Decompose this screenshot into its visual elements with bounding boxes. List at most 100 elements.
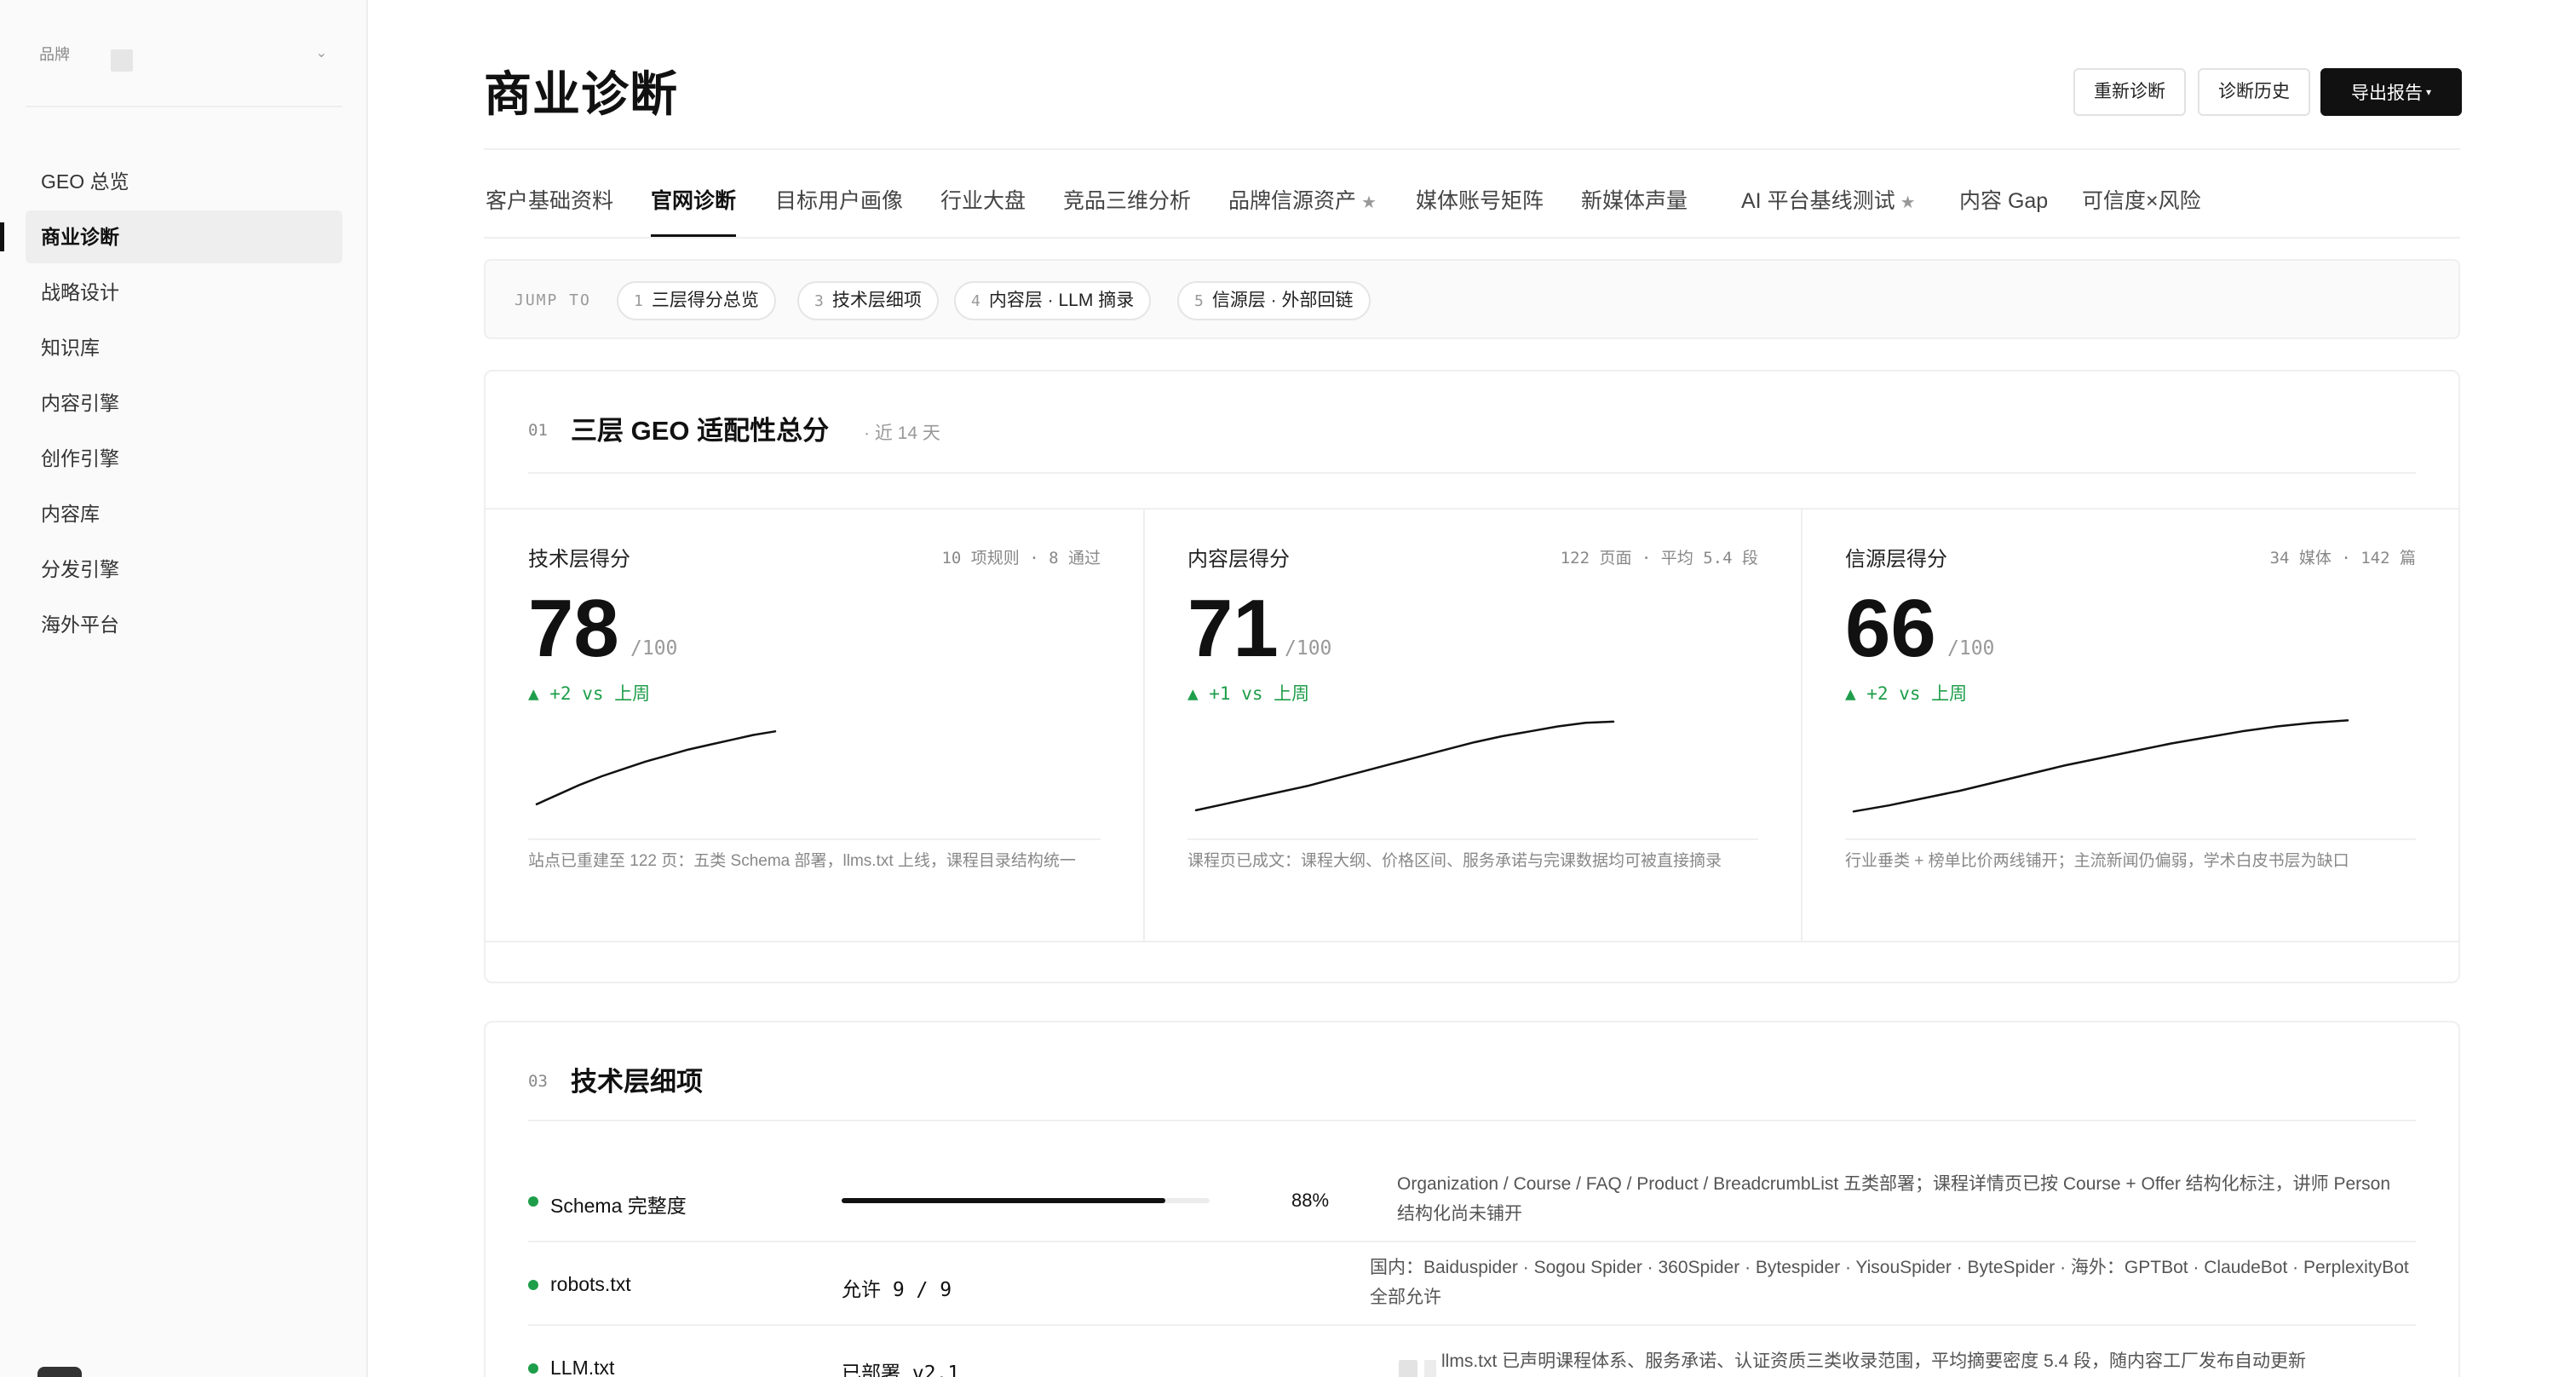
overview-card: 01 三层 GEO 适配性总分 · 近 14 天 技术层得分 10 项规则 · … <box>484 370 2460 983</box>
header-divider <box>484 148 2460 150</box>
tab-industry[interactable]: 行业大盘 <box>940 184 1026 237</box>
file-icon <box>1424 1360 1436 1377</box>
table-row-robots[interactable]: robots.txt 允许 9 / 9 国内：Baiduspider · Sog… <box>528 1242 2416 1326</box>
star-icon: ★ <box>1361 193 1377 212</box>
score-delta: ▲ +2 vs 上周 <box>1845 683 1968 704</box>
tab-label: 媒体账号矩阵 <box>1416 189 1544 213</box>
status-dot <box>528 1196 538 1207</box>
score-name: 技术层得分 <box>528 548 630 571</box>
sidebar: 品牌 ⌄ GEO 总览 商业诊断 战略设计 知识库 内容引擎 创作引擎 内容库 … <box>0 0 368 1377</box>
chip-label: 三层得分总览 <box>651 291 759 310</box>
sidebar-nav: GEO 总览 商业诊断 战略设计 知识库 内容引擎 创作引擎 内容库 分发引擎 … <box>0 155 342 654</box>
score-value: 78 <box>528 583 619 674</box>
tab-credibility-risk[interactable]: 可信度×风险 <box>2082 184 2201 237</box>
table-row-schema[interactable]: Schema 完整度 88% Organization / Course / F… <box>528 1159 2416 1242</box>
tab-bar: 客户基础资料 官网诊断 目标用户画像 行业大盘 竞品三维分析 品牌信源资产 ★ 媒… <box>484 176 2460 239</box>
tab-label: 官网诊断 <box>651 189 737 213</box>
tab-client-profile[interactable]: 客户基础资料 <box>486 184 613 237</box>
jump-chip-source[interactable]: 5 信源层 · 外部回链 <box>1177 281 1371 320</box>
tab-label: 客户基础资料 <box>486 189 614 213</box>
jump-to-label: JUMP TO <box>515 291 591 309</box>
progress-fill <box>842 1198 1166 1203</box>
tab-label: 内容 Gap <box>1959 189 2049 213</box>
score-grid: 技术层得分 10 项规则 · 8 通过 78 /100 ▲ +2 vs 上周 站… <box>486 508 2458 942</box>
table-row-llm[interactable]: LLM.txt 已部署 v2.1 llms.txt 已声明课程体系、服务承诺、认… <box>528 1326 2416 1377</box>
tab-ai-baseline[interactable]: AI 平台基线测试 ★ <box>1741 184 1916 237</box>
avatar[interactable] <box>37 1367 82 1377</box>
score-meta: 122 页面 · 平均 5.4 段 <box>1560 549 1758 568</box>
jump-chip-tech[interactable]: 3 技术层细项 <box>797 281 939 320</box>
jump-chip-overview[interactable]: 1 三层得分总览 <box>617 281 776 320</box>
tech-detail-card: 03 技术层细项 Schema 完整度 88% Organization / C… <box>484 1021 2460 1377</box>
tab-user-persona[interactable]: 目标用户画像 <box>775 184 903 237</box>
tab-label: 品牌信源资产 <box>1228 189 1357 213</box>
history-button[interactable]: 诊断历史 <box>2198 68 2310 116</box>
score-meta: 34 媒体 · 142 篇 <box>2269 549 2416 568</box>
jump-chip-content[interactable]: 4 内容层 · LLM 摘录 <box>954 281 1152 320</box>
row-name: Schema 完整度 <box>550 1195 687 1217</box>
status-dot <box>528 1280 538 1290</box>
section-number: 03 <box>528 1072 548 1091</box>
divider <box>1845 838 2416 840</box>
status-dot <box>528 1363 538 1374</box>
sidebar-item-overseas[interactable]: 海外平台 <box>26 598 342 651</box>
score-max: /100 <box>1285 637 1332 660</box>
tab-content-gap[interactable]: 内容 Gap <box>1959 184 2048 237</box>
star-icon: ★ <box>1900 193 1916 212</box>
tab-media-matrix[interactable]: 媒体账号矩阵 <box>1416 184 1544 237</box>
row-value: 已部署 v2.1 <box>842 1363 960 1377</box>
chip-label: 内容层 · LLM 摘录 <box>988 291 1135 310</box>
score-tech: 技术层得分 10 项规则 · 8 通过 78 /100 ▲ +2 vs 上周 站… <box>486 510 1143 941</box>
chip-label: 信源层 · 外部回链 <box>1211 291 1354 310</box>
chip-number: 1 <box>634 292 643 310</box>
tab-new-media[interactable]: 新媒体声量 <box>1581 184 1688 237</box>
section-number: 01 <box>528 421 548 440</box>
row-description: 国内：Baiduspider · Sogou Spider · 360Spide… <box>1370 1258 2409 1307</box>
sparkline-path <box>535 730 777 806</box>
brand-selector[interactable]: 品牌 ⌄ <box>26 34 342 107</box>
sidebar-item-geo-overview[interactable]: GEO 总览 <box>26 155 342 208</box>
sparkline <box>535 730 777 806</box>
sparkline-path <box>1194 720 1615 812</box>
sidebar-item-content-engine[interactable]: 内容引擎 <box>26 377 342 429</box>
score-name: 信源层得分 <box>1845 548 1947 571</box>
row-description: Organization / Course / FAQ / Product / … <box>1397 1174 2391 1224</box>
overview-header: 01 三层 GEO 适配性总分 · 近 14 天 <box>528 372 2416 474</box>
score-value: 66 <box>1845 583 1936 674</box>
row-value: 允许 9 / 9 <box>842 1279 952 1301</box>
export-report-button[interactable]: 导出报告 ▾ <box>2320 68 2462 116</box>
export-label: 导出报告 <box>2350 84 2423 103</box>
sidebar-item-content-library[interactable]: 内容库 <box>26 487 342 540</box>
brand-label: 品牌 <box>39 46 70 63</box>
rediagnose-button[interactable]: 重新诊断 <box>2073 68 2186 116</box>
score-max: /100 <box>630 637 678 660</box>
tab-label: 行业大盘 <box>940 189 1026 213</box>
page-title: 商业诊断 <box>484 67 678 121</box>
divider <box>1187 838 1758 840</box>
tab-brand-source[interactable]: 品牌信源资产 ★ <box>1228 184 1377 237</box>
tab-label: AI 平台基线测试 <box>1741 189 1895 213</box>
sidebar-item-distribution[interactable]: 分发引擎 <box>26 543 342 596</box>
score-note: 站点已重建至 122 页：五类 Schema 部署，llms.txt 上线，课程… <box>528 852 1076 870</box>
score-content: 内容层得分 122 页面 · 平均 5.4 段 71 /100 ▲ +1 vs … <box>1143 510 1801 941</box>
sparkline-path <box>1852 719 2349 813</box>
row-percent: 88% <box>1291 1190 1330 1211</box>
score-note: 行业垂类 + 榜单比价两线铺开；主流新闻仍偏弱，学术白皮书层为缺口 <box>1845 852 2349 870</box>
section-subtitle: · 近 14 天 <box>864 423 940 443</box>
divider <box>528 838 1101 840</box>
tab-website-diagnosis[interactable]: 官网诊断 <box>651 184 737 237</box>
sidebar-item-strategy[interactable]: 战略设计 <box>26 266 342 319</box>
sidebar-item-knowledge[interactable]: 知识库 <box>26 321 342 374</box>
chip-number: 5 <box>1194 292 1204 310</box>
tab-label: 可信度×风险 <box>2082 189 2201 213</box>
sidebar-item-business-diagnosis[interactable]: 商业诊断 <box>0 210 342 263</box>
section-title: 三层 GEO 适配性总分 <box>571 416 830 446</box>
file-icon <box>1399 1360 1417 1377</box>
chip-number: 4 <box>971 292 980 310</box>
tab-competitor[interactable]: 竞品三维分析 <box>1063 184 1191 237</box>
row-name: LLM.txt <box>550 1357 615 1377</box>
row-description: llms.txt 已声明课程体系、服务承诺、认证资质三类收录范围，平均摘要密度 … <box>1441 1351 2307 1371</box>
chevron-down-icon[interactable]: ⌄ <box>316 44 327 61</box>
sidebar-item-creation-engine[interactable]: 创作引擎 <box>26 432 342 485</box>
score-value: 71 <box>1187 583 1279 674</box>
